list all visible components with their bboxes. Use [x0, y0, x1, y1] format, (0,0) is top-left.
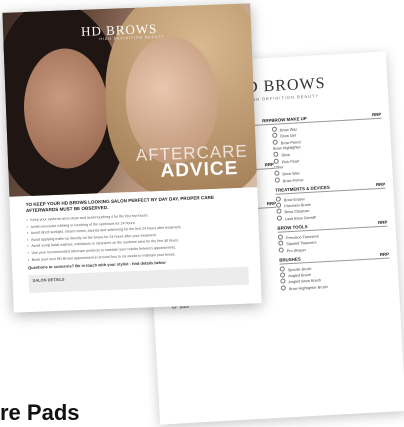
advice-heading: ADVICE	[160, 157, 239, 182]
aftercare-sheet: HD BROWS HIGH DEFINITION BEAUTY AFTERCAR…	[2, 3, 262, 313]
price-list-right-column: BROW MAKE UP RRP Brow Wax Brow Gel Brow P…	[271, 108, 391, 292]
aftercare-body: TO KEEP YOUR HD BROWS LOOKING SALON PERF…	[26, 194, 249, 294]
model-photo: HD BROWS HIGH DEFINITION BEAUTY AFTERCAR…	[2, 3, 258, 197]
product-title-caption: re Pads	[0, 400, 80, 425]
product-image: HD BROWS HIGH DEFINITION BEAUTY RRP RRP …	[0, 0, 404, 427]
salon-details-box: SALON DETAILS	[28, 266, 249, 294]
